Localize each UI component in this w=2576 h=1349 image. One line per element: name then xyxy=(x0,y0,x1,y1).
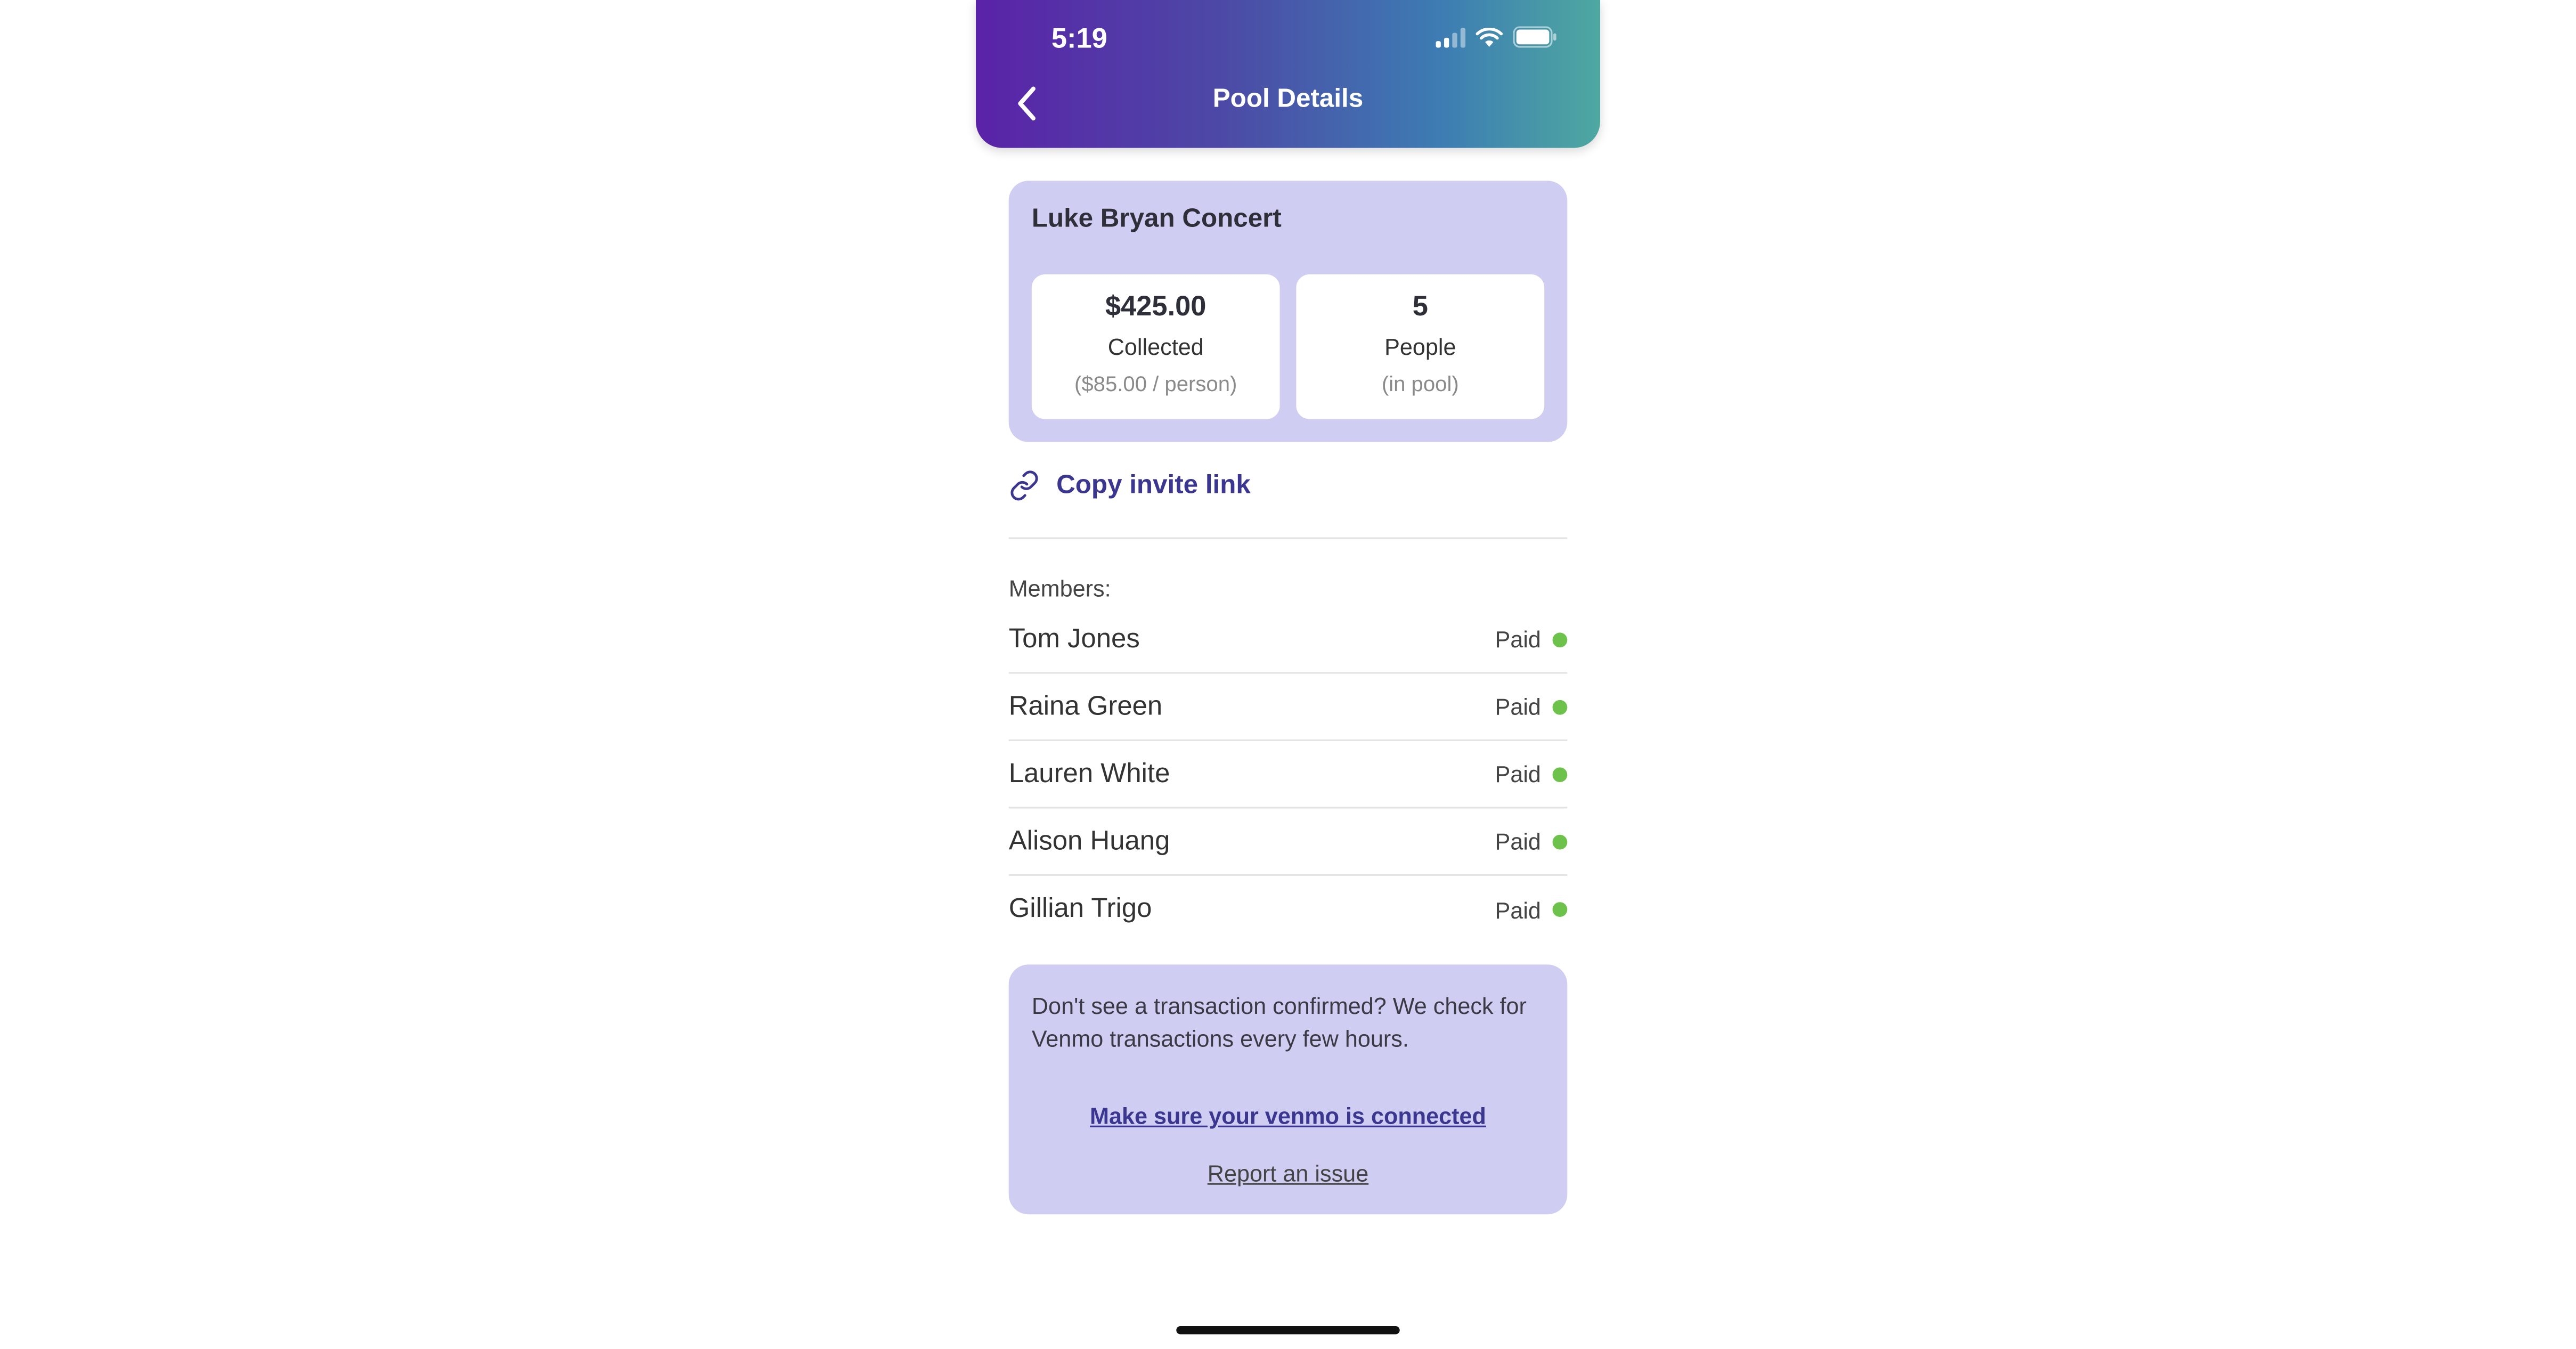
pool-name: Luke Bryan Concert xyxy=(1031,205,1282,233)
status-dot-icon xyxy=(1552,834,1568,849)
member-row[interactable]: Lauren White Paid xyxy=(1008,741,1568,809)
report-issue-link[interactable]: Report an issue xyxy=(1009,1160,1568,1186)
member-row[interactable]: Tom Jones Paid xyxy=(1008,606,1568,674)
copy-invite-link-button[interactable]: Copy invite link xyxy=(1009,470,1251,501)
people-stat: 5 People (in pool) xyxy=(1296,274,1545,419)
member-row[interactable]: Gillian Trigo Paid xyxy=(1009,876,1568,943)
member-name: Tom Jones xyxy=(1008,623,1140,653)
members-list: Tom Jones Paid Raina Green Paid Lauren W… xyxy=(1008,606,1568,943)
transaction-info-card: Don't see a transaction confirmed? We ch… xyxy=(1008,964,1568,1215)
phone-screen: 5:19 Pool Details Luke Bryan Concert $42… xyxy=(976,0,1601,1349)
status-dot-icon xyxy=(1552,699,1568,714)
people-label: People xyxy=(1384,334,1456,360)
member-name: Gillian Trigo xyxy=(1008,893,1152,924)
member-row[interactable]: Raina Green Paid xyxy=(1008,674,1568,741)
member-status-label: Paid xyxy=(1495,760,1541,787)
member-name: Lauren White xyxy=(1008,758,1170,788)
transaction-info-text: Don't see a transaction confirmed? We ch… xyxy=(1031,992,1527,1052)
members-heading: Members: xyxy=(1008,575,1111,602)
divider xyxy=(1008,537,1568,539)
battery-icon xyxy=(1513,26,1556,48)
member-name: Alison Huang xyxy=(1008,825,1170,856)
people-sub: (in pool) xyxy=(1381,371,1459,396)
member-status-label: Paid xyxy=(1495,626,1541,653)
link-icon xyxy=(1010,470,1038,501)
cellular-signal-icon xyxy=(1436,27,1466,47)
collected-amount: $425.00 xyxy=(1105,290,1207,322)
member-status: Paid xyxy=(1495,761,1568,787)
page-title: Pool Details xyxy=(1212,85,1364,113)
member-status: Paid xyxy=(1495,896,1568,923)
per-person-amount: ($85.00 / person) xyxy=(1074,371,1237,396)
app-header: 5:19 Pool Details xyxy=(976,0,1601,148)
member-status: Paid xyxy=(1495,694,1568,720)
wifi-icon xyxy=(1476,27,1503,46)
status-icons xyxy=(1436,26,1558,48)
collected-label: Collected xyxy=(1107,334,1204,360)
member-status-label: Paid xyxy=(1495,828,1541,855)
status-time: 5:19 xyxy=(1051,23,1107,54)
people-count: 5 xyxy=(1412,290,1428,322)
status-dot-icon xyxy=(1552,902,1568,917)
member-status-label: Paid xyxy=(1495,693,1541,720)
status-dot-icon xyxy=(1552,631,1568,647)
member-row[interactable]: Alison Huang Paid xyxy=(1008,808,1568,876)
member-status: Paid xyxy=(1495,828,1568,855)
member-status: Paid xyxy=(1495,626,1568,652)
copy-invite-link-label: Copy invite link xyxy=(1056,470,1251,499)
status-dot-icon xyxy=(1552,766,1568,782)
home-indicator xyxy=(1176,1326,1400,1335)
collected-stat: $425.00 Collected ($85.00 / person) xyxy=(1031,274,1280,419)
venmo-connect-link[interactable]: Make sure your venmo is connected xyxy=(1009,1102,1568,1128)
member-name: Raina Green xyxy=(1008,690,1163,721)
pool-summary-card: Luke Bryan Concert $425.00 Collected ($8… xyxy=(1008,181,1568,442)
member-status-label: Paid xyxy=(1495,896,1541,923)
